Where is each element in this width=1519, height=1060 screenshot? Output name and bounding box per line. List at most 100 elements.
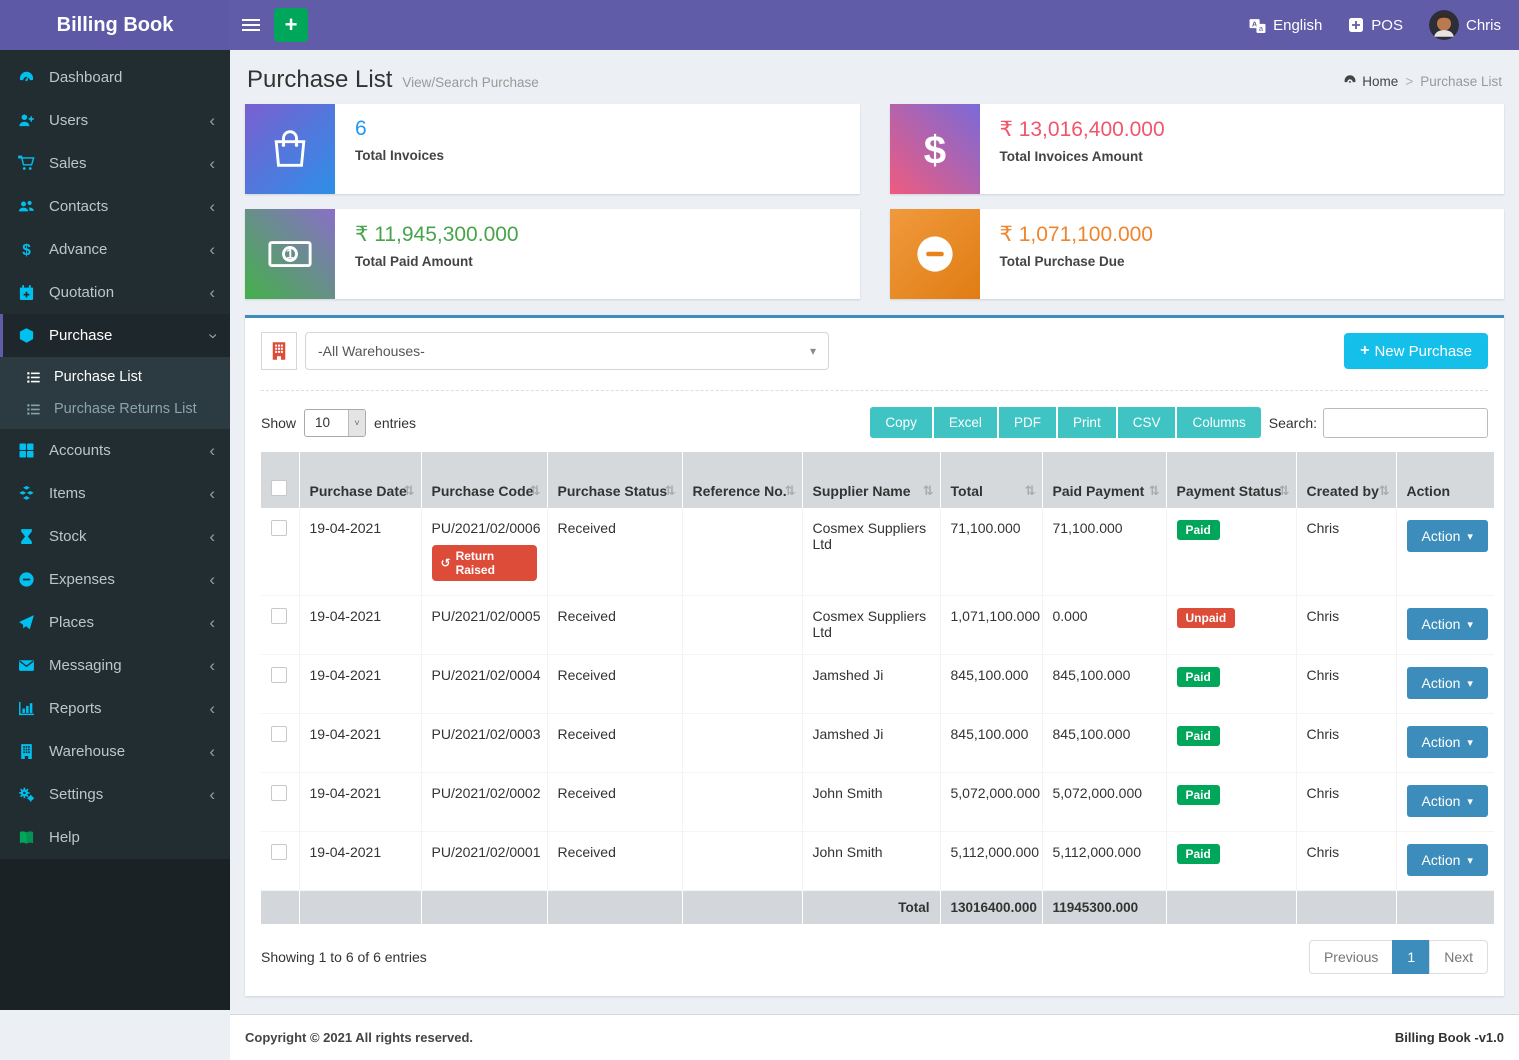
breadcrumb-home-link[interactable]: Home xyxy=(1343,73,1398,90)
chevron-down-icon: ˅ xyxy=(348,410,365,436)
sort-icon[interactable]: ⇅ xyxy=(1025,483,1036,499)
sort-icon[interactable]: ⇅ xyxy=(1279,483,1290,499)
sidebar-item-purchase[interactable]: Purchase‹ xyxy=(0,314,230,357)
payment-status-cell: Unpaid xyxy=(1166,596,1296,655)
sidebar-item-sales[interactable]: Sales‹ xyxy=(0,142,230,185)
column-header-paid-payment[interactable]: Paid Payment⇅ xyxy=(1042,452,1166,508)
export-button-group: CopyExcelPDFPrintCSVColumns xyxy=(870,407,1260,438)
app-brand[interactable]: Billing Book xyxy=(0,0,230,50)
row-checkbox[interactable] xyxy=(271,844,287,860)
row-select-cell xyxy=(261,714,299,773)
column-header-created-by[interactable]: Created by⇅ xyxy=(1296,452,1396,508)
sidebar-item-help[interactable]: Help xyxy=(0,816,230,859)
column-header-total[interactable]: Total⇅ xyxy=(940,452,1042,508)
print-export-button[interactable]: Print xyxy=(1058,407,1116,438)
sidebar-item-label: Accounts xyxy=(49,442,209,459)
row-checkbox[interactable] xyxy=(271,785,287,801)
dashboard-icon xyxy=(18,69,40,86)
chevron-down-icon: ‹ xyxy=(207,333,217,339)
chevron-left-icon: ‹ xyxy=(209,288,215,298)
total-cell: 845,100.000 xyxy=(940,655,1042,714)
column-header-payment-status[interactable]: Payment Status⇅ xyxy=(1166,452,1296,508)
sidebar-item-reports[interactable]: Reports‹ xyxy=(0,687,230,730)
action-button[interactable]: Action▾ xyxy=(1407,844,1488,876)
quick-add-button[interactable]: + xyxy=(274,8,308,42)
sidebar-item-label: Stock xyxy=(49,528,209,545)
purchase-code-cell: PU/2021/02/0003 xyxy=(421,714,547,773)
sidebar-item-places[interactable]: Places‹ xyxy=(0,601,230,644)
paid-payment-cell: 845,100.000 xyxy=(1042,655,1166,714)
sort-icon[interactable]: ⇅ xyxy=(404,483,415,499)
action-button[interactable]: Action▾ xyxy=(1407,667,1488,699)
action-button[interactable]: Action▾ xyxy=(1407,520,1488,552)
sidebar-item-items[interactable]: Items‹ xyxy=(0,472,230,515)
total-cell: 845,100.000 xyxy=(940,714,1042,773)
page-length-select[interactable]: 10 ˅ xyxy=(304,409,366,437)
sort-icon[interactable]: ⇅ xyxy=(1379,483,1390,499)
breadcrumb-separator: > xyxy=(1405,74,1413,89)
excel-export-button[interactable]: Excel xyxy=(934,407,997,438)
action-cell: Action▾ xyxy=(1396,655,1494,714)
sort-icon[interactable]: ⇅ xyxy=(1149,483,1160,499)
sidebar-item-stock[interactable]: Stock‹ xyxy=(0,515,230,558)
row-checkbox[interactable] xyxy=(271,667,287,683)
column-header-reference-no-[interactable]: Reference No.⇅ xyxy=(682,452,802,508)
action-button[interactable]: Action▾ xyxy=(1407,785,1488,817)
pagination: Previous 1 Next xyxy=(1309,940,1488,974)
caret-down-icon: ▾ xyxy=(1467,854,1473,867)
column-header-supplier-name[interactable]: Supplier Name⇅ xyxy=(802,452,940,508)
chevron-left-icon: ‹ xyxy=(209,532,215,542)
columns-export-button[interactable]: Columns xyxy=(1177,407,1260,438)
sidebar-toggle-icon[interactable] xyxy=(242,24,260,26)
csv-export-button[interactable]: CSV xyxy=(1118,407,1176,438)
stats-grid: 6Total Invoices $₹ 13,016,400.000Total In… xyxy=(245,104,1504,299)
pos-button[interactable]: POS xyxy=(1348,17,1403,34)
user-menu[interactable]: Chris xyxy=(1429,10,1501,40)
total-row-label: Total xyxy=(802,891,940,925)
sidebar-item-messaging[interactable]: Messaging‹ xyxy=(0,644,230,687)
sidebar-item-contacts[interactable]: Contacts‹ xyxy=(0,185,230,228)
next-page-button[interactable]: Next xyxy=(1429,940,1488,974)
language-menu[interactable]: Aa English xyxy=(1249,17,1322,34)
sidebar-item-quotation[interactable]: Quotation‹ xyxy=(0,271,230,314)
payment-status-badge: Paid xyxy=(1177,667,1220,687)
return-raised-badge[interactable]: ↺Return Raised xyxy=(432,545,537,581)
sort-icon[interactable]: ⇅ xyxy=(785,483,796,499)
sidebar-item-label: Items xyxy=(49,485,209,502)
page-1-button[interactable]: 1 xyxy=(1392,940,1430,974)
warehouse-filter-select[interactable]: -All Warehouses- ▾ xyxy=(305,332,829,370)
previous-page-button[interactable]: Previous xyxy=(1309,940,1393,974)
row-checkbox[interactable] xyxy=(271,726,287,742)
sidebar-subitem-purchase-list[interactable]: Purchase List xyxy=(0,361,230,393)
sidebar-item-accounts[interactable]: Accounts‹ xyxy=(0,429,230,472)
sidebar-item-dashboard[interactable]: Dashboard xyxy=(0,56,230,99)
copy-export-button[interactable]: Copy xyxy=(870,407,932,438)
action-button[interactable]: Action▾ xyxy=(1407,608,1488,640)
sort-icon[interactable]: ⇅ xyxy=(530,483,541,499)
column-header-purchase-date[interactable]: Purchase Date⇅ xyxy=(299,452,421,508)
action-button[interactable]: Action▾ xyxy=(1407,726,1488,758)
search-input[interactable] xyxy=(1323,408,1488,438)
sidebar-item-users[interactable]: Users‹ xyxy=(0,99,230,142)
row-checkbox[interactable] xyxy=(271,608,287,624)
plus-square-icon xyxy=(1348,17,1364,33)
sidebar-item-warehouse[interactable]: Warehouse‹ xyxy=(0,730,230,773)
row-checkbox[interactable] xyxy=(271,520,287,536)
sidebar-item-settings[interactable]: Settings‹ xyxy=(0,773,230,816)
column-header-purchase-status[interactable]: Purchase Status⇅ xyxy=(547,452,682,508)
chevron-left-icon: ‹ xyxy=(209,159,215,169)
divider xyxy=(261,390,1488,391)
sidebar-item-advance[interactable]: $Advance‹ xyxy=(0,228,230,271)
stat-card-total-invoices-amount: $₹ 13,016,400.000Total Invoices Amount xyxy=(890,104,1505,194)
hourglass-icon xyxy=(18,528,40,545)
select-all-checkbox[interactable] xyxy=(271,480,287,496)
column-header-purchase-code[interactable]: Purchase Code⇅ xyxy=(421,452,547,508)
new-purchase-button[interactable]: + New Purchase xyxy=(1344,333,1488,369)
sidebar-item-expenses[interactable]: Expenses‹ xyxy=(0,558,230,601)
paid-payment-cell: 71,100.000 xyxy=(1042,508,1166,596)
stat-card-total-invoices: 6Total Invoices xyxy=(245,104,860,194)
pdf-export-button[interactable]: PDF xyxy=(999,407,1056,438)
sidebar-subitem-purchase-returns-list[interactable]: Purchase Returns List xyxy=(0,393,230,425)
sort-icon[interactable]: ⇅ xyxy=(923,483,934,499)
sort-icon[interactable]: ⇅ xyxy=(665,483,676,499)
